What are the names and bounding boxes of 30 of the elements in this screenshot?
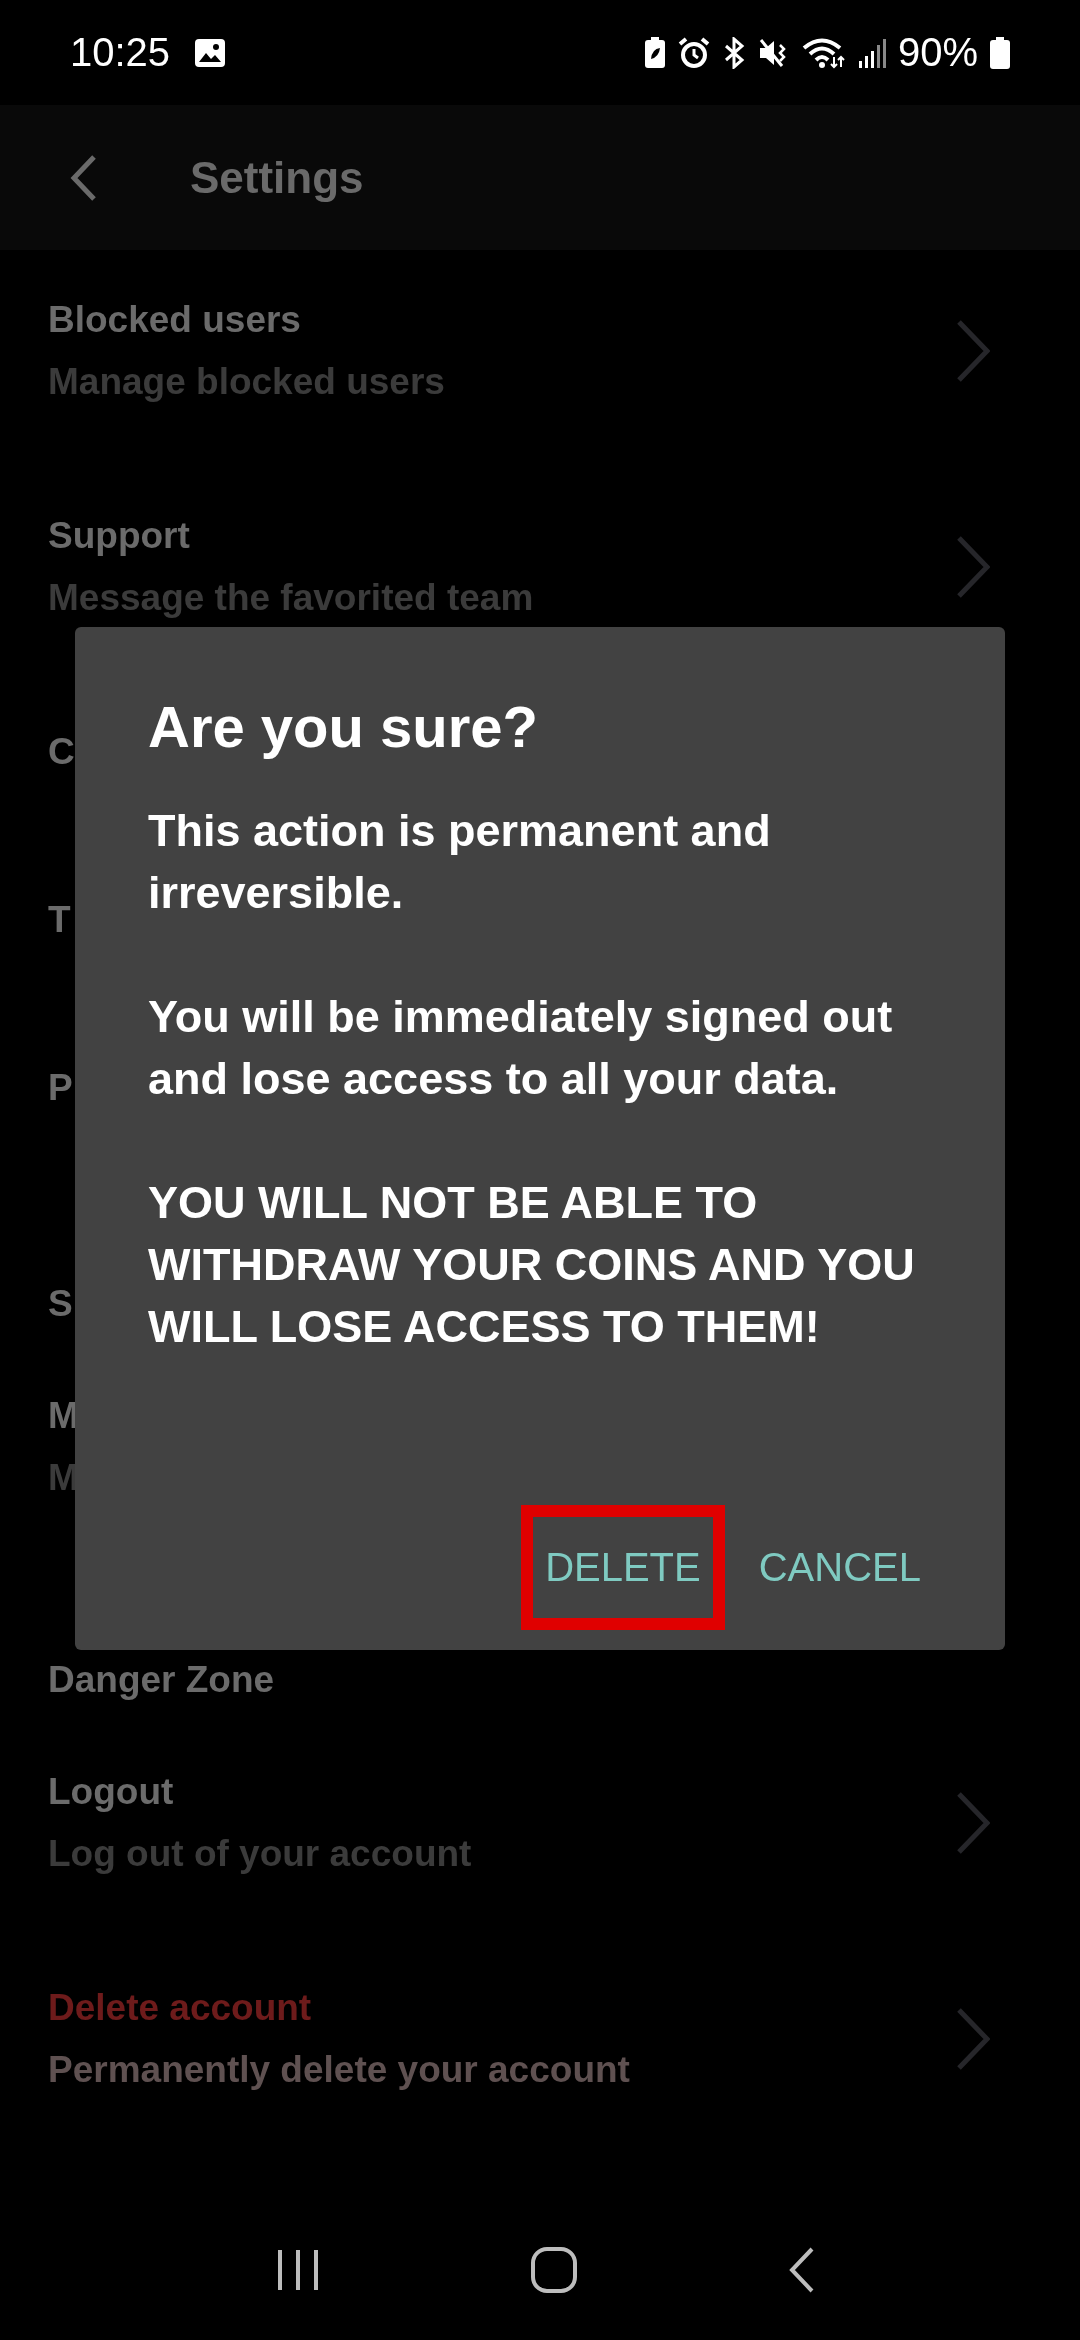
item-subtitle: Message the favorited team [48,576,534,620]
dialog-message: You will be immediately signed out and lose access to all your data. [148,990,894,1106]
settings-item[interactable]: Blocked users Manage blocked users [0,250,1080,466]
section-header: Danger Zone [48,1659,275,1700]
dialog-message: YOU WILL NOT BE ABLE TO WITHDRAW YOUR COINS AND YOU WILL LOSE ACCESS TO THEM! [148,1176,916,1354]
settings-item[interactable]: Logout Log out of your account [0,1722,1080,1938]
item-title: Delete account [48,1986,312,2030]
settings-item[interactable]: Delete account Permanently delete your account [0,1938,1080,2154]
item-title: Logout [48,1770,174,1814]
dialog-button[interactable]: CANCEL [746,1517,933,1618]
section-header: S [48,1283,73,1324]
home-icon[interactable] [530,2246,578,2294]
battery-saver-icon [643,36,666,69]
settings-item[interactable]: Support Message the favorited team [0,466,1080,682]
screen-title: Settings [190,152,364,203]
item-title: Blocked users [48,298,301,342]
item-title: Support [48,514,190,558]
dialog-message: This action is permanent and irreversible. [148,804,772,920]
alarm-icon [677,36,710,69]
item-subtitle: Log out of your account [48,1832,472,1876]
status-time: 10:25 [70,30,171,75]
dialog-button[interactable]: DELETE [533,1517,713,1618]
wifi-icon [801,36,846,69]
battery-icon [990,36,1010,69]
image-icon [194,37,227,68]
item-subtitle: Permanently delete your account [48,2048,630,2092]
signal-icon [857,36,886,69]
item-subtitle: Manage blocked users [48,360,445,404]
dialog-title: Are you sure? [148,693,539,761]
battery-percent: 90% [897,30,978,75]
